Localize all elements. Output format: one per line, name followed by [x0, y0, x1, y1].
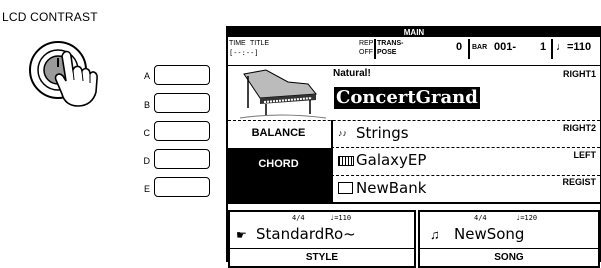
lcd-screen: MAIN TIME TITLE [--:--] REP OFF TRANS- P…	[226, 26, 601, 268]
side-button-a[interactable]	[154, 65, 210, 85]
style-icon: ☛	[236, 228, 247, 242]
rep-label: REP	[359, 40, 374, 47]
info-row: TIME TITLE [--:--] REP OFF TRANS- POSE 0…	[228, 37, 600, 66]
song-label: SONG	[494, 252, 524, 263]
side-button-e[interactable]	[154, 177, 210, 197]
screen-title: MAIN	[228, 28, 600, 37]
song-time-signature: 4/4	[474, 214, 487, 222]
tempo-value: ♩=110	[556, 41, 592, 53]
side-button-label-b: B	[143, 100, 150, 110]
separator	[331, 175, 600, 176]
bar-value: 001-	[494, 41, 517, 53]
bar-label: BAR	[472, 44, 488, 51]
time-label: TIME	[229, 40, 246, 47]
regist-label: REGIST	[562, 177, 596, 187]
divider	[331, 120, 333, 202]
beat-value: 1	[540, 41, 547, 53]
side-button-c[interactable]	[154, 121, 210, 141]
balance-button[interactable]: BALANCE	[228, 127, 329, 139]
separator	[228, 202, 600, 204]
lcd-contrast-label: LCD CONTRAST	[2, 10, 98, 24]
side-button-label-d: D	[143, 156, 151, 166]
separator	[331, 147, 600, 148]
left-voice-name[interactable]: GalaxyEP	[356, 151, 426, 169]
style-panel[interactable]: 4/4 ♩=110 ☛ StandardRo~ STYLE	[228, 210, 416, 268]
style-name: StandardRo~	[256, 225, 356, 243]
divider	[468, 39, 470, 59]
right1-label: RIGHT1	[562, 69, 596, 79]
right2-label: RIGHT2	[562, 123, 596, 133]
right2-voice-name[interactable]: Strings	[356, 124, 409, 142]
style-tempo: ♩=110	[330, 214, 352, 222]
song-note-icon: ♫	[430, 227, 440, 242]
title-label: TITLE	[250, 40, 270, 47]
style-label: STYLE	[305, 252, 339, 263]
transpose-label-1: TRANS-	[377, 40, 404, 47]
chord-panel[interactable]: CHORD	[228, 148, 331, 202]
separator	[420, 248, 598, 249]
side-button-label-c: C	[143, 128, 151, 138]
side-button-label-a: A	[143, 71, 150, 81]
style-time-signature: 4/4	[292, 214, 305, 222]
song-name: NewSong	[454, 225, 525, 243]
transpose-label-2: POSE	[377, 49, 397, 56]
off-label: OFF	[359, 49, 373, 56]
song-tempo: ♩=120	[516, 214, 538, 222]
regist-bank-name[interactable]: NewBank	[356, 179, 426, 197]
registration-bank-icon	[338, 182, 353, 194]
separator	[230, 248, 414, 249]
side-button-b[interactable]	[154, 93, 210, 113]
separator	[228, 120, 600, 121]
time-value: [--:--]	[229, 49, 259, 57]
left-label: LEFT	[573, 150, 597, 160]
strings-icon: ♪♪	[338, 128, 347, 138]
divider	[374, 39, 376, 59]
natural-label: Natural!	[333, 68, 371, 79]
divider	[551, 39, 553, 59]
grand-piano-icon	[230, 68, 331, 120]
lcd-contrast-knob[interactable]	[26, 36, 126, 108]
keyboard-icon	[338, 156, 354, 166]
song-panel[interactable]: 4/4 ♩=120 ♫ NewSong SONG	[418, 210, 600, 268]
side-button-label-e: E	[143, 184, 150, 194]
transpose-value: 0	[456, 41, 463, 53]
chord-label: CHORD	[258, 158, 299, 170]
side-button-d[interactable]	[154, 149, 210, 169]
main-voice-name[interactable]: ConcertGrand	[334, 87, 480, 109]
